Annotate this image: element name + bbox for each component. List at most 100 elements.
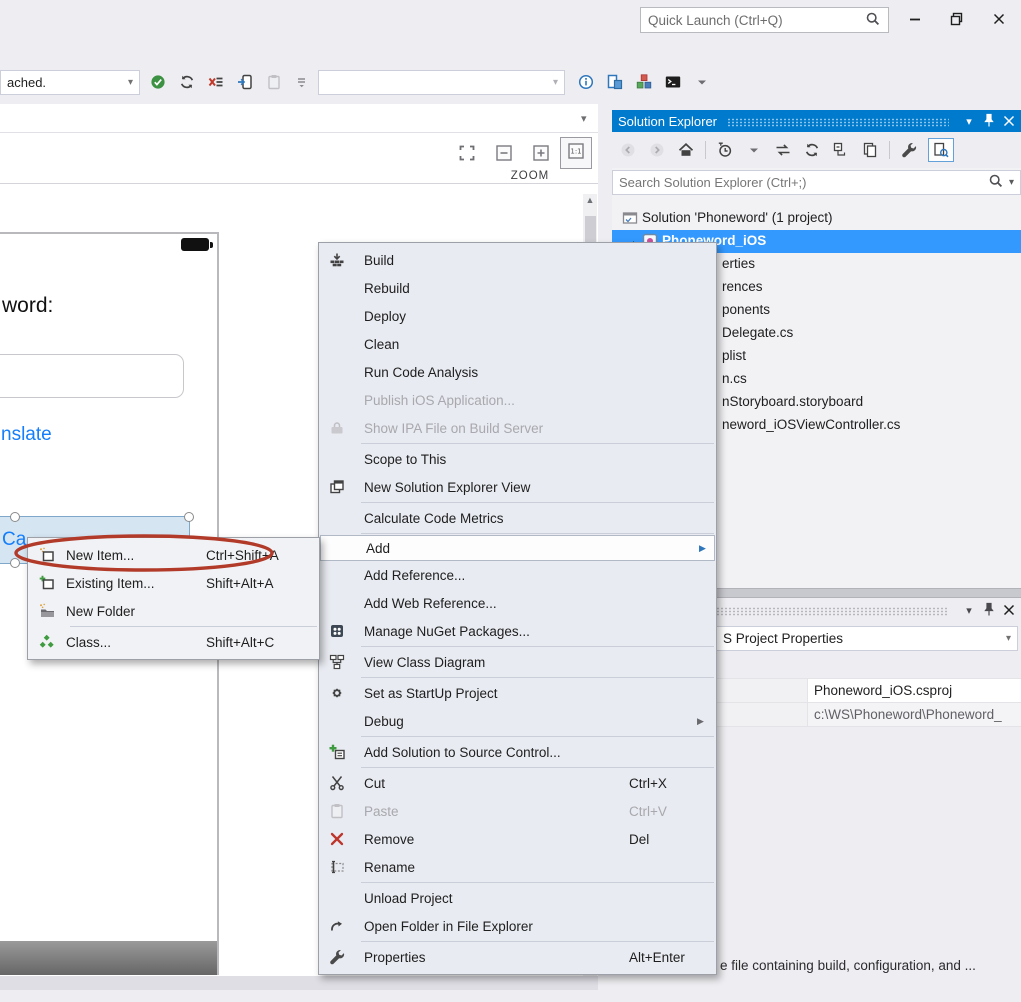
menu-item-label: New Solution Explorer View: [364, 480, 530, 495]
chevron-down-icon[interactable]: [692, 72, 712, 92]
menu-item-calculate-code-metrics[interactable]: Calculate Code Metrics: [319, 504, 716, 532]
zoom-out-button[interactable]: [492, 141, 516, 165]
pin-icon[interactable]: [979, 601, 999, 619]
run-check-icon[interactable]: [148, 72, 168, 92]
overflow-chevron-icon[interactable]: ▾: [581, 112, 587, 125]
property-value[interactable]: Phoneword_iOS.csproj: [808, 679, 1021, 702]
info-icon[interactable]: [576, 72, 596, 92]
menu-item-remove[interactable]: RemoveDel: [319, 825, 716, 853]
new-view-icon: [326, 479, 348, 495]
debug-target-text: ached.: [7, 75, 46, 90]
menu-separator: [361, 502, 714, 503]
menu-item-new-solution-explorer-view[interactable]: New Solution Explorer View: [319, 473, 716, 501]
selection-handle[interactable]: [10, 558, 20, 568]
close-icon[interactable]: [999, 112, 1019, 130]
collapse-all-icon[interactable]: [831, 140, 851, 160]
deploy-device-icon[interactable]: [235, 72, 255, 92]
translate-button-fragment[interactable]: nslate: [1, 424, 52, 446]
console-icon[interactable]: [663, 72, 683, 92]
tree-item-label: ponents: [722, 302, 770, 317]
chevron-down-icon[interactable]: ▾: [959, 601, 979, 619]
menu-item-add-web-reference[interactable]: Add Web Reference...: [319, 589, 716, 617]
toolbar-overflow-icon[interactable]: [293, 72, 313, 92]
chevron-down-icon[interactable]: ▾: [959, 112, 979, 130]
close-button[interactable]: [982, 6, 1016, 32]
search-placeholder: Search Solution Explorer (Ctrl+;): [619, 175, 807, 190]
menu-item-new-folder[interactable]: New Folder: [28, 597, 319, 625]
restore-button[interactable]: [940, 6, 974, 32]
menu-item-add[interactable]: Add▶: [320, 535, 715, 561]
menu-item-shortcut: Ctrl+V: [629, 804, 667, 819]
search-icon[interactable]: [865, 11, 881, 30]
open-folder-icon: [326, 918, 348, 934]
menu-item-properties[interactable]: PropertiesAlt+Enter: [319, 943, 716, 971]
pending-changes-icon[interactable]: [715, 140, 735, 160]
minimize-button[interactable]: [898, 6, 932, 32]
pin-icon[interactable]: [979, 112, 999, 130]
chevron-down-icon[interactable]: ▾: [1006, 633, 1017, 644]
solution-explorer-titlebar[interactable]: Solution Explorer ▾: [612, 110, 1021, 132]
tree-item-solution-phoneword-1-project[interactable]: Solution 'Phoneword' (1 project): [612, 207, 1021, 230]
menu-item-class[interactable]: Class...Shift+Alt+C: [28, 628, 319, 656]
phone-number-textfield[interactable]: [0, 354, 184, 398]
toolbar-combobox[interactable]: ▾: [318, 70, 565, 95]
menu-item-label: Properties: [364, 950, 426, 965]
chevron-down-icon[interactable]: ▾: [1009, 177, 1014, 188]
cancel-sync-icon[interactable]: [206, 72, 226, 92]
nav-forward-icon[interactable]: [647, 140, 667, 160]
menu-item-add-solution-to-source-control[interactable]: Add Solution to Source Control...: [319, 738, 716, 766]
chevron-down-icon[interactable]: ▾: [128, 77, 133, 88]
home-icon[interactable]: [676, 140, 696, 160]
sync-arrows-icon[interactable]: [177, 72, 197, 92]
fit-page-button[interactable]: [455, 141, 479, 165]
selection-handle[interactable]: [184, 512, 194, 522]
menu-item-new-item[interactable]: New Item... Ctrl+Shift+A: [28, 541, 319, 569]
preview-selected-button[interactable]: [928, 138, 954, 162]
refresh-icon[interactable]: [802, 140, 822, 160]
close-icon[interactable]: [999, 601, 1019, 619]
menu-item-add-reference[interactable]: Add Reference...: [319, 561, 716, 589]
debug-target-combobox[interactable]: ached. ▾: [0, 70, 140, 95]
tree-item-label: Solution 'Phoneword' (1 project): [642, 210, 833, 225]
menu-item-rename[interactable]: Rename: [319, 853, 716, 881]
chevron-down-icon[interactable]: ▾: [553, 77, 558, 88]
selection-handle[interactable]: [10, 512, 20, 522]
components-cubes-icon[interactable]: [634, 72, 654, 92]
search-icon[interactable]: [988, 173, 1004, 192]
wrench-icon[interactable]: [899, 140, 919, 160]
actual-size-button[interactable]: 1:1: [560, 137, 592, 169]
menu-item-rebuild[interactable]: Rebuild: [319, 274, 716, 302]
quick-launch-box[interactable]: Quick Launch (Ctrl+Q): [640, 7, 889, 33]
show-all-files-icon[interactable]: [860, 140, 880, 160]
menu-item-view-class-diagram[interactable]: View Class Diagram: [319, 648, 716, 676]
menu-item-clean[interactable]: Clean: [319, 330, 716, 358]
menu-item-open-folder-in-file-explorer[interactable]: Open Folder in File Explorer: [319, 912, 716, 940]
menu-item-manage-nuget-packages[interactable]: Manage NuGet Packages...: [319, 617, 716, 645]
menu-item-scope-to-this[interactable]: Scope to This: [319, 445, 716, 473]
scroll-up-arrow[interactable]: ▲: [583, 195, 597, 205]
property-value[interactable]: c:\WS\Phoneword\Phoneword_: [808, 703, 1021, 726]
menu-item-deploy[interactable]: Deploy: [319, 302, 716, 330]
zoom-in-button[interactable]: [529, 141, 553, 165]
menu-item-run-code-analysis[interactable]: Run Code Analysis: [319, 358, 716, 386]
paste-disabled-icon[interactable]: [264, 72, 284, 92]
solution-explorer-search[interactable]: Search Solution Explorer (Ctrl+;) ▾: [612, 170, 1021, 195]
menu-item-set-as-startup-project[interactable]: Set as StartUp Project: [319, 679, 716, 707]
sync-document-icon[interactable]: [773, 140, 793, 160]
menu-item-shortcut: Shift+Alt+C: [206, 635, 274, 650]
menu-item-shortcut: Ctrl+Shift+A: [206, 548, 279, 563]
menu-item-existing-item[interactable]: Existing Item...Shift+Alt+A: [28, 569, 319, 597]
menu-item-cut[interactable]: CutCtrl+X: [319, 769, 716, 797]
rename-icon: [326, 859, 348, 875]
chevron-down-icon[interactable]: [744, 140, 764, 160]
horizontal-scrollbar[interactable]: [0, 976, 598, 990]
devices-icon[interactable]: [605, 72, 625, 92]
nav-back-icon[interactable]: [618, 140, 638, 160]
menu-separator: [361, 767, 714, 768]
menu-item-label: New Item...: [66, 548, 134, 563]
menu-item-unload-project[interactable]: Unload Project: [319, 884, 716, 912]
svg-text:1:1: 1:1: [570, 147, 581, 155]
tree-item-label: neword_iOSViewController.cs: [722, 417, 900, 432]
menu-item-debug[interactable]: Debug▶: [319, 707, 716, 735]
menu-item-build[interactable]: Build: [319, 246, 716, 274]
